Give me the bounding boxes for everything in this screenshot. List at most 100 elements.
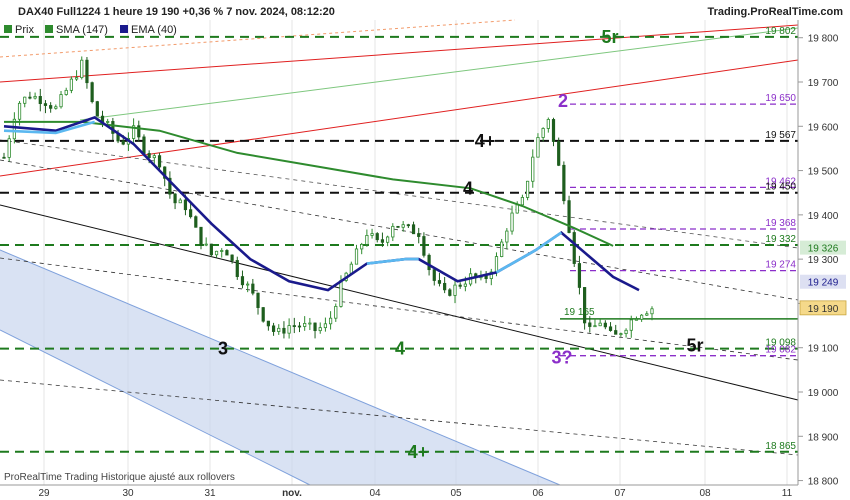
candle-body [432,269,436,281]
candle-body [520,197,525,206]
candle-body [313,322,317,332]
candle-body [365,235,369,245]
candle-body [551,119,556,142]
candle-body [271,325,276,332]
candle-body [370,233,374,236]
candle-body [422,236,426,256]
candle-body [183,199,188,211]
candle-body [510,212,514,232]
y-tick-label: 19 500 [808,167,839,178]
x-tick-label: 05 [450,488,462,499]
candle-body [567,200,571,233]
candle-body [142,136,146,154]
candle-body [360,243,364,250]
candle-body [28,96,32,99]
candle-body [292,325,296,327]
candle-body [214,250,219,256]
candle-body [235,260,239,277]
candle-body [54,106,58,109]
x-tick-label: 29 [38,488,50,499]
level-label-19274: 19 274 [765,260,796,271]
annotation-label-4: 3 [218,339,228,359]
candle-body [256,292,260,308]
candle-body [277,327,281,332]
candle-body [608,326,613,331]
candle-body [261,307,265,322]
footer-note: ProRealTime Trading Historique ajusté au… [4,472,235,483]
candle-body [199,226,203,246]
candle-body [90,82,94,103]
candle-body [246,283,250,286]
candle-body [417,233,421,237]
candle-body [147,153,151,159]
candle-body [375,233,379,241]
candle-body [577,263,582,288]
x-tick-label: 30 [122,488,134,499]
candle-body [209,243,213,256]
axis-badge-19249: 19 249 [808,278,839,289]
candle-body [515,204,519,214]
candle-body [562,164,566,202]
candle-body [500,241,504,257]
candle-body [624,329,628,334]
y-tick-label: 18 900 [808,432,839,443]
candle-body [603,322,607,328]
candle-body [396,225,400,228]
level-label-19802: 19 802 [765,26,796,37]
candle-body [525,180,530,198]
candle-body [173,193,177,204]
x-tick-label: nov. [282,488,302,499]
x-tick-label: 06 [532,488,544,499]
candle-body [220,250,224,252]
candle-body [634,318,639,321]
x-tick-label: 07 [614,488,626,499]
candle-body [189,209,193,218]
legend-swatch-sma [45,25,53,33]
candle-body [437,280,442,284]
candle-body [380,239,385,243]
candle-body [448,289,452,296]
candle-body [49,105,53,109]
legend-label-sma: SMA (147) [56,24,108,36]
brand-label: Trading.ProRealTime.com [707,6,843,18]
candle-body [287,325,291,334]
y-tick-label: 19 800 [808,34,839,45]
candle-body [593,325,597,328]
candle-body [69,78,73,91]
candle-body [17,102,22,120]
y-tick-label: 19 700 [808,78,839,89]
x-tick-label: 11 [782,488,793,499]
legend: Prix SMA (147) EMA (40) [4,24,177,36]
annotation-label-2: 4+ [475,131,496,151]
candle-body [541,128,545,138]
x-tick-label: 31 [204,488,216,499]
level-label-19082: 19 082 [765,345,796,356]
candle-body [33,96,37,99]
candle-body [494,256,499,273]
legend-swatch-price [4,25,12,33]
candle-body [80,59,84,79]
candle-body [339,280,343,307]
annotation-label-1: 2 [558,91,568,111]
candle-body [59,94,63,108]
last-price-badge: 19 190 [808,304,839,315]
candle-body [546,119,550,129]
annotation-label-5: 4 [395,339,405,359]
x-tick-label: 08 [699,488,711,499]
legend-label-price: Prix [15,24,34,36]
y-tick-label: 19 300 [808,255,839,266]
candle-body [354,248,359,265]
candle-body [157,155,162,168]
annotation-label-3: 4 [463,179,473,199]
candle-body [411,224,416,235]
candle-body [598,322,602,327]
level-label-19650: 19 650 [765,93,796,104]
candle-body [204,243,208,246]
level-label-19332: 19 332 [765,234,796,245]
candle-body [308,322,312,325]
candle-body [106,121,110,123]
candle-body [427,254,431,271]
candle-body [531,156,535,182]
level-label-19165: 19 165 [564,307,595,318]
y-tick-label: 19 600 [808,122,839,133]
